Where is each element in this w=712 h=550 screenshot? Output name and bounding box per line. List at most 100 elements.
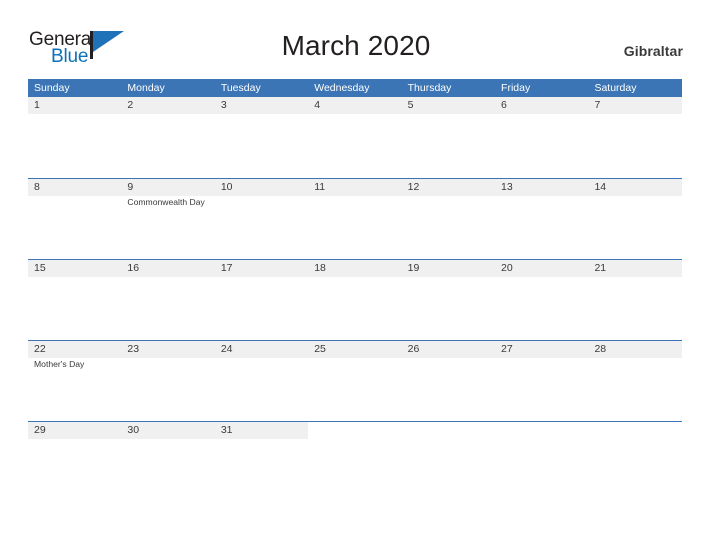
day-number: 8 [34, 181, 40, 193]
calendar-day-cell[interactable]: 29 [28, 422, 122, 502]
calendar-day-cell[interactable]: 8 [28, 179, 122, 259]
calendar-day-cell[interactable]: 20 [495, 260, 589, 340]
day-number: 30 [127, 424, 140, 436]
calendar-day-cell[interactable]: 30 [121, 422, 215, 502]
day-number: 23 [127, 343, 140, 355]
calendar-day-cell[interactable]: 22 Mother's Day [28, 341, 122, 421]
calendar-day-cell[interactable]: 16 [121, 260, 215, 340]
day-number: 13 [501, 181, 513, 193]
calendar-day-cell-empty [588, 422, 682, 502]
weekday-header-sunday: Sunday [34, 82, 70, 94]
day-number: 21 [594, 262, 607, 274]
calendar-day-cell[interactable]: 23 [121, 341, 215, 421]
day-number-band [308, 422, 402, 439]
day-number: 20 [501, 262, 513, 274]
calendar-day-cell[interactable]: 31 [214, 422, 309, 502]
calendar-day-cell[interactable]: 10 [214, 179, 309, 259]
day-number: 18 [314, 262, 326, 274]
day-number: 14 [594, 181, 607, 193]
weekday-header-thursday: Thursday [407, 82, 452, 94]
day-number-band [121, 97, 215, 114]
calendar-day-cell[interactable]: 19 [401, 260, 496, 340]
calendar-day-cell[interactable]: 13 [495, 179, 589, 259]
day-number: 19 [407, 262, 420, 274]
day-number: 24 [220, 343, 233, 355]
calendar-day-cell[interactable]: 11 [308, 179, 402, 259]
calendar-day-cell[interactable]: 1 [28, 97, 122, 177]
calendar-day-cell[interactable]: 7 [588, 97, 682, 177]
page-header: General Blue March 2020 Gibraltar [0, 0, 712, 80]
day-number: 4 [314, 99, 321, 111]
calendar-day-cell-empty [495, 422, 589, 502]
calendar-day-cell[interactable]: 14 [588, 179, 682, 259]
calendar-day-cell[interactable]: 25 [308, 341, 402, 421]
day-number: 5 [407, 99, 414, 111]
day-number: 3 [220, 99, 227, 111]
location-label: Gibraltar [623, 43, 683, 59]
calendar-page: General Blue March 2020 Gibraltar Sunday… [0, 0, 712, 550]
weekday-header-tuesday: Tuesday [220, 82, 261, 94]
day-number: 27 [501, 343, 513, 355]
day-number-band [588, 97, 682, 114]
calendar-day-cell[interactable]: 4 [308, 97, 402, 177]
calendar-day-cell[interactable]: 18 [308, 260, 402, 340]
day-number: 31 [220, 424, 233, 436]
calendar-grid: Sunday Monday Tuesday Wednesday Thursday… [28, 79, 682, 502]
day-number-band [28, 97, 122, 114]
day-number-band [495, 422, 589, 439]
calendar-day-cell[interactable]: 26 [401, 341, 496, 421]
day-number: 15 [34, 262, 46, 274]
day-events: Mother's Day [34, 359, 120, 371]
day-number: 26 [407, 343, 420, 355]
calendar-day-cell[interactable]: 24 [214, 341, 309, 421]
day-number: 29 [34, 424, 46, 436]
calendar-day-cell[interactable]: 27 [495, 341, 589, 421]
day-number-band [28, 179, 122, 196]
calendar-day-cell-empty [401, 422, 496, 502]
day-number-band [214, 97, 309, 114]
weekday-header-saturday: Saturday [594, 82, 637, 94]
weekday-header-monday: Monday [127, 82, 165, 94]
calendar-week-row: 1 2 3 4 5 6 7 [28, 97, 682, 178]
day-number: 10 [220, 181, 233, 193]
day-number: 16 [127, 262, 140, 274]
calendar-week-row: 15 16 17 18 19 20 21 [28, 259, 682, 340]
calendar-day-cell[interactable]: 6 [495, 97, 589, 177]
day-number-band [401, 97, 496, 114]
day-number: 7 [594, 99, 601, 111]
calendar-day-cell-empty [308, 422, 402, 502]
day-number-band [121, 179, 215, 196]
day-number-band [495, 97, 589, 114]
calendar-day-cell[interactable]: 3 [214, 97, 309, 177]
day-event-label: Commonwealth Day [127, 197, 205, 207]
calendar-day-cell[interactable]: 12 [401, 179, 496, 259]
day-events: Commonwealth Day [127, 197, 213, 209]
day-number: 22 [34, 343, 46, 355]
calendar-day-cell[interactable]: 2 [121, 97, 215, 177]
day-number: 25 [314, 343, 326, 355]
weekday-header-friday: Friday [501, 82, 531, 94]
calendar-weeks: 1 2 3 4 5 6 7 8 9 Commonwealth Day 10 11 12 13 14 15 16 1… [28, 97, 682, 502]
calendar-week-row: 22 Mother's Day 23 24 25 26 27 28 [28, 340, 682, 421]
calendar-day-cell[interactable]: 17 [214, 260, 309, 340]
day-number: 12 [407, 181, 420, 193]
day-number: 2 [127, 99, 134, 111]
day-number-band [308, 97, 402, 114]
day-number: 1 [34, 99, 40, 111]
calendar-week-row: 8 9 Commonwealth Day 10 11 12 13 14 [28, 178, 682, 259]
calendar-day-cell[interactable]: 5 [401, 97, 496, 177]
day-number-band [588, 422, 682, 439]
weekday-header-row: Sunday Monday Tuesday Wednesday Thursday… [28, 79, 682, 97]
day-number: 9 [127, 181, 134, 193]
calendar-day-cell[interactable]: 28 [588, 341, 682, 421]
calendar-week-row: 29 30 31 [28, 421, 682, 502]
weekday-header-wednesday: Wednesday [314, 82, 370, 94]
day-number: 17 [220, 262, 233, 274]
day-number: 6 [501, 99, 507, 111]
day-event-label: Mother's Day [34, 359, 85, 369]
day-number-band [401, 422, 496, 439]
calendar-day-cell[interactable]: 21 [588, 260, 682, 340]
page-title: March 2020 [281, 30, 431, 61]
calendar-day-cell[interactable]: 15 [28, 260, 122, 340]
calendar-day-cell[interactable]: 9 Commonwealth Day [121, 179, 215, 259]
